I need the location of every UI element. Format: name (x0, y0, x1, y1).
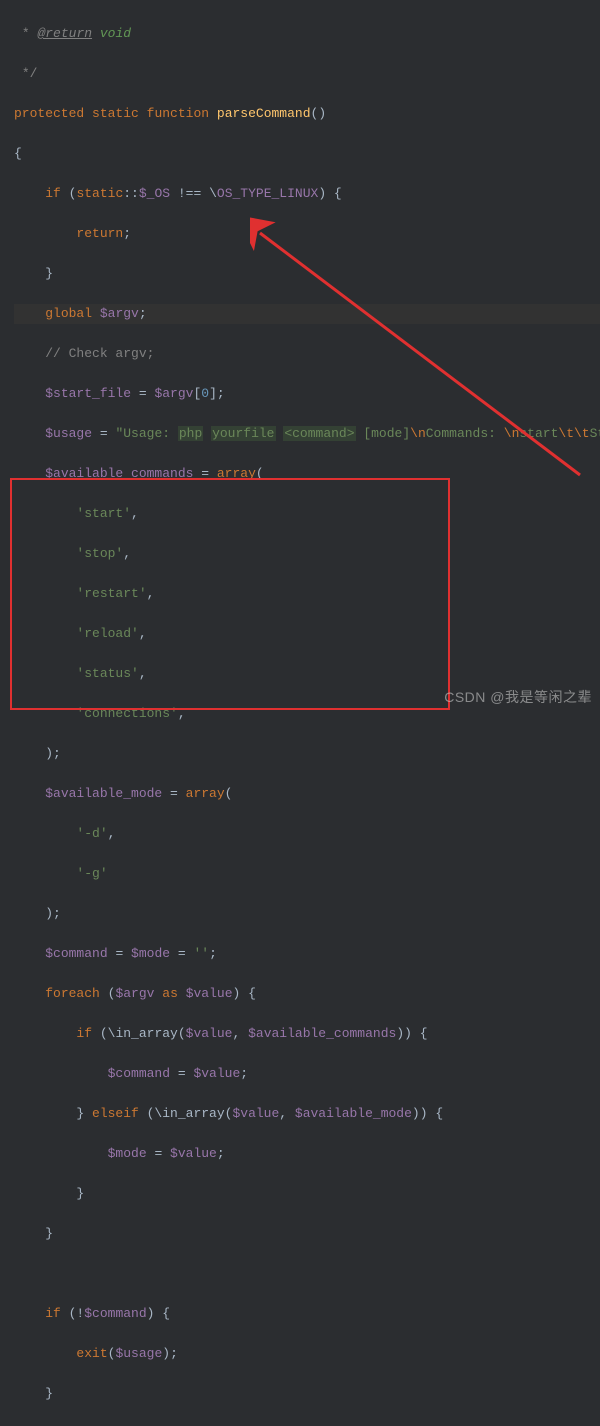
code-line: // Check argv; (14, 344, 600, 364)
code-line: '-d', (14, 824, 600, 844)
code-line: if (static::$_OS !== \OS_TYPE_LINUX) { (14, 184, 600, 204)
code-line: $start_file = $argv[0]; (14, 384, 600, 404)
code-line: if (!$command) { (14, 1304, 600, 1324)
code-line: } (14, 1224, 600, 1244)
code-line: foreach ($argv as $value) { (14, 984, 600, 1004)
code-line: if (\in_array($value, $available_command… (14, 1024, 600, 1044)
code-line: 'stop', (14, 544, 600, 564)
code-line: 'status', (14, 664, 600, 684)
code-line: 'reload', (14, 624, 600, 644)
watermark: CSDN @我是等闲之辈 (444, 687, 592, 707)
code-line: } (14, 1184, 600, 1204)
code-line: $available_mode = array( (14, 784, 600, 804)
code-line: protected static function parseCommand() (14, 104, 600, 124)
code-line: * @return void (14, 24, 600, 44)
code-line: ); (14, 744, 600, 764)
code-line-highlight: global $argv; (14, 304, 600, 324)
code-line: $command = $value; (14, 1064, 600, 1084)
code-line: $usage = "Usage: php yourfile <command> … (14, 424, 600, 444)
code-line: return; (14, 224, 600, 244)
code-line: */ (14, 64, 600, 84)
code-line: '-g' (14, 864, 600, 884)
code-line: exit($usage); (14, 1344, 600, 1364)
code-editor[interactable]: * @return void */ protected static funct… (0, 0, 600, 1426)
code-line: } elseif (\in_array($value, $available_m… (14, 1104, 600, 1124)
code-line (14, 1264, 600, 1284)
code-line: } (14, 1384, 600, 1404)
code-line: ); (14, 904, 600, 924)
code-line: 'connections', (14, 704, 600, 724)
code-line: $mode = $value; (14, 1144, 600, 1164)
code-line: { (14, 144, 600, 164)
code-line: 'restart', (14, 584, 600, 604)
code-line: } (14, 264, 600, 284)
code-line: $available_commands = array( (14, 464, 600, 484)
code-line: $command = $mode = ''; (14, 944, 600, 964)
code-line: 'start', (14, 504, 600, 524)
